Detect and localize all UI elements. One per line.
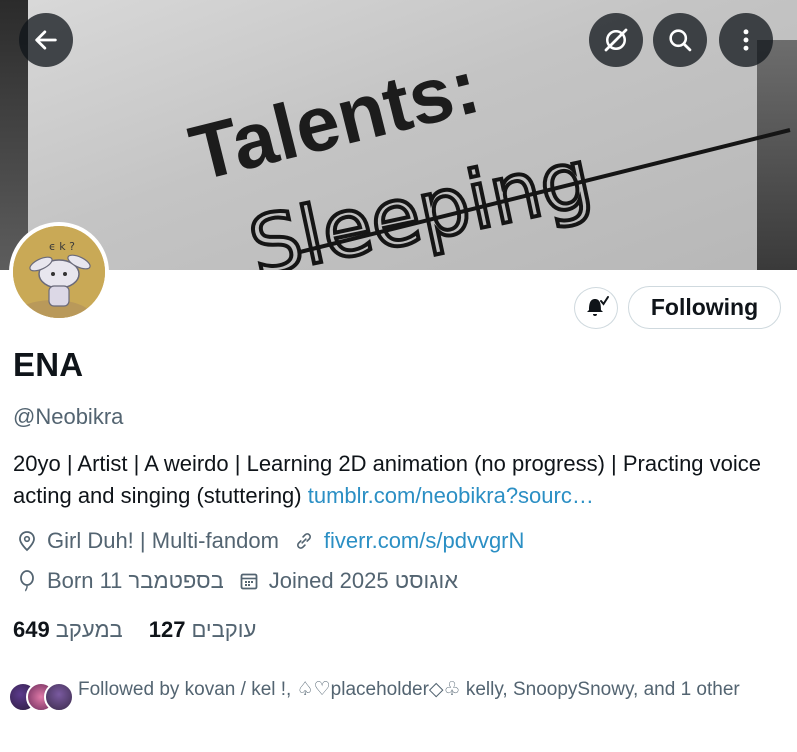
profile-bio: 20yo | Artist | A weirdo | Learning 2D a… xyxy=(13,448,788,512)
arrow-left-icon xyxy=(32,26,60,54)
link-icon xyxy=(293,530,315,552)
more-vertical-icon xyxy=(732,26,760,54)
svg-text:ϵ k ?: ϵ k ? xyxy=(49,240,75,253)
followers-label: עוקבים xyxy=(191,617,257,642)
bell-check-icon xyxy=(582,292,610,325)
avatar xyxy=(44,682,74,712)
follow-stats: 649 במעקב 127 עוקבים xyxy=(13,617,256,643)
following-button[interactable]: Following xyxy=(628,286,781,329)
display-name: ENA xyxy=(13,346,84,383)
balloon-icon xyxy=(16,570,38,592)
search-button[interactable] xyxy=(653,13,707,67)
profile-avatar[interactable]: ϵ k ? xyxy=(9,222,109,322)
following-label: במעקב xyxy=(55,617,123,642)
avatar-image: ϵ k ? xyxy=(13,226,105,318)
bio-link[interactable]: tumblr.com/neobikra?sourc… xyxy=(308,483,594,508)
joined-text: Joined 2025 אוגוסט xyxy=(268,568,459,593)
more-button[interactable] xyxy=(719,13,773,67)
location-pin-icon xyxy=(16,530,38,552)
profile-meta-dates-row: Born 11 בספטמבר Joined 2025 אוגוסט xyxy=(16,568,458,594)
eye-slash-icon xyxy=(601,25,631,55)
followed-by-row[interactable]: Followed by kovan / kel !, ♤♡placeholder… xyxy=(8,676,793,712)
website-link[interactable]: fiverr.com/s/pdvvgrN xyxy=(324,528,525,554)
followers-count: 127 xyxy=(148,617,186,642)
back-button[interactable] xyxy=(19,13,73,67)
mute-button[interactable] xyxy=(589,13,643,67)
calendar-icon xyxy=(238,570,260,592)
user-handle: @Neobikra xyxy=(13,404,124,429)
followers-you-know-avatars xyxy=(8,676,74,712)
search-icon xyxy=(666,26,694,54)
birthday-text: Born 11 בספטמבר xyxy=(47,568,224,593)
notifications-button[interactable] xyxy=(574,287,618,329)
following-stat[interactable]: 649 במעקב xyxy=(13,617,123,643)
following-count: 649 xyxy=(13,617,50,642)
location-text: Girl Duh! | Multi-fandom xyxy=(47,528,279,553)
profile-meta-location-row: Girl Duh! | Multi-fandom fiverr.com/s/pd… xyxy=(16,528,524,554)
followers-stat[interactable]: 127 עוקבים xyxy=(149,617,257,643)
followed-by-text: Followed by kovan / kel !, ♤♡placeholder… xyxy=(78,679,740,700)
